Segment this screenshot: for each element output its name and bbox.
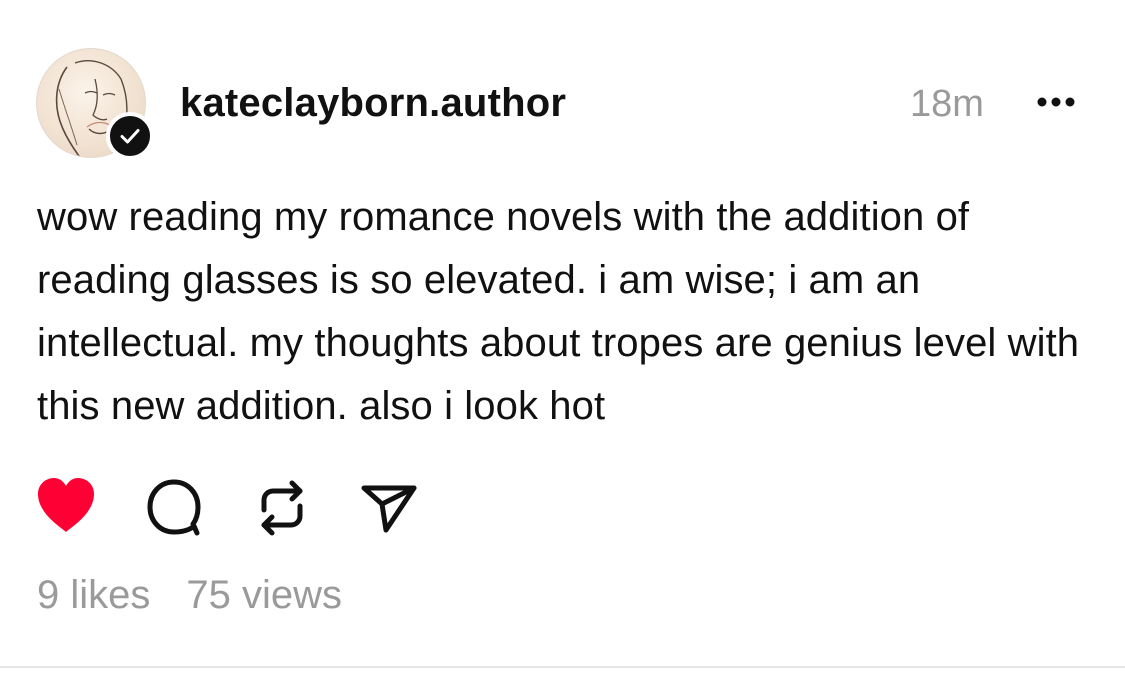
verified-check-icon [120, 129, 140, 144]
thread-post: kateclayborn.author 18m wow reading my r… [0, 0, 1125, 678]
more-options-button[interactable] [1032, 92, 1080, 112]
post-timestamp: 18m [910, 83, 984, 125]
views-count: 75 views [186, 573, 343, 617]
post-text: wow reading my romance novels with the a… [37, 195, 1080, 428]
likes-count[interactable]: 9 likes [37, 573, 150, 617]
post-divider [0, 666, 1125, 668]
verified-badge [106, 112, 154, 160]
post-stats: 9 likes 75 views [37, 572, 342, 618]
username-link[interactable]: kateclayborn.author [180, 80, 566, 126]
repost-icon [261, 480, 303, 536]
heart-icon [38, 478, 94, 532]
more-options-icon [1037, 97, 1075, 107]
like-button[interactable] [34, 474, 98, 538]
comment-icon [147, 479, 201, 536]
send-icon [361, 485, 417, 533]
share-button[interactable] [358, 476, 422, 540]
repost-button[interactable] [250, 476, 314, 540]
reply-button[interactable] [142, 476, 206, 540]
